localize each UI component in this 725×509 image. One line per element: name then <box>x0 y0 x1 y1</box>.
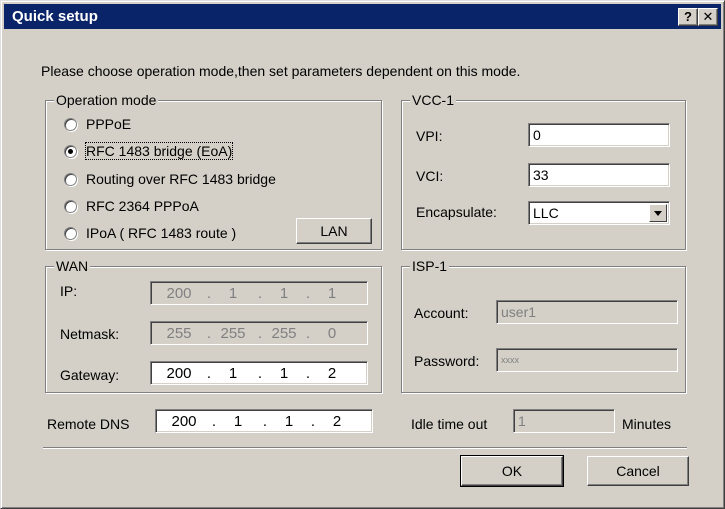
ip-address-field[interactable]: 200 . 1 . 1 . 1 <box>150 281 368 305</box>
radio-button[interactable] <box>64 118 77 131</box>
remote-dns-field[interactable]: 200 . 1 . 1 . 2 <box>155 409 373 433</box>
ip-octet: 200 <box>166 285 192 302</box>
isp-title: ISP-1 <box>410 258 450 274</box>
radio-button[interactable] <box>64 227 77 240</box>
minutes-label: Minutes <box>622 416 672 432</box>
gateway-octet: 2 <box>327 365 337 382</box>
radio-label-pppoe: PPPoE <box>86 116 132 132</box>
vcc-title: VCC-1 <box>410 92 457 108</box>
netmask-octet: 255 <box>166 325 192 342</box>
encapsulate-value: LLC <box>533 205 559 221</box>
vci-label: VCI: <box>416 168 444 184</box>
close-button[interactable]: ✕ <box>698 8 718 26</box>
netmask-label: Netmask: <box>60 326 120 342</box>
vci-input[interactable]: 33 <box>528 163 670 187</box>
netmask-octet: 255 <box>220 325 246 342</box>
radio-button[interactable] <box>64 200 77 213</box>
dns-octet: 200 <box>171 413 197 430</box>
operation-mode-group: Operation mode PPPoE RFC 1483 bridge (Eo… <box>45 92 382 250</box>
ip-octet: 1 <box>327 285 337 302</box>
ip-octet: 1 <box>279 285 289 302</box>
lan-button[interactable]: LAN <box>296 218 372 244</box>
radio-label-rfc2364-pppoa: RFC 2364 PPPoA <box>86 198 199 214</box>
radio-button-selected[interactable] <box>64 145 77 158</box>
dns-octet: 2 <box>332 413 342 430</box>
account-input[interactable]: user1 <box>496 300 678 324</box>
radio-selected-dot <box>68 149 73 154</box>
gateway-octet: 1 <box>279 365 289 382</box>
operation-mode-title: Operation mode <box>54 92 159 108</box>
gateway-octet: 200 <box>166 365 192 382</box>
cancel-button[interactable]: Cancel <box>587 456 689 486</box>
idle-timeout-label: Idle time out <box>411 416 488 432</box>
ip-label: IP: <box>60 283 78 299</box>
vpi-label: VPI: <box>416 128 443 144</box>
netmask-field[interactable]: 255 . 255 . 255 . 0 <box>150 321 368 345</box>
remote-dns-label: Remote DNS <box>47 416 130 432</box>
instruction-text: Please choose operation mode,then set pa… <box>41 63 521 79</box>
netmask-octet: 0 <box>327 325 337 342</box>
separator <box>43 447 687 449</box>
radio-label-rfc1483-bridge: RFC 1483 bridge (EoA) <box>84 142 234 160</box>
quick-setup-dialog: Quick setup ? ✕ Please choose operation … <box>0 0 725 509</box>
gateway-field[interactable]: 200 . 1 . 1 . 2 <box>150 361 368 385</box>
radio-label-routing-over-rfc1483: Routing over RFC 1483 bridge <box>86 171 276 187</box>
encapsulate-select[interactable]: LLC <box>528 201 670 225</box>
gateway-label: Gateway: <box>60 367 120 383</box>
radio-label-ipoa: IPoA ( RFC 1483 route ) <box>86 225 237 241</box>
dropdown-arrow-icon[interactable] <box>649 204 667 222</box>
password-input[interactable]: xxxx <box>496 348 678 372</box>
account-label: Account: <box>414 305 469 321</box>
window-title: Quick setup <box>12 8 98 25</box>
title-bar[interactable]: Quick setup ? ✕ <box>4 4 721 29</box>
vcc-group: VCC-1 VPI: 0 VCI: 33 Encapsulate: LLC <box>401 92 686 250</box>
radio-button[interactable] <box>64 173 77 186</box>
encapsulate-label: Encapsulate: <box>416 204 497 220</box>
idle-timeout-input[interactable]: 1 <box>513 409 615 433</box>
wan-group: WAN IP: 200 . 1 . 1 . 1 Netmask: 255 . 2… <box>45 258 382 393</box>
isp-group: ISP-1 Account: user1 Password: xxxx <box>401 258 686 393</box>
wan-title: WAN <box>54 258 91 274</box>
vpi-input[interactable]: 0 <box>528 123 670 147</box>
netmask-octet: 255 <box>271 325 297 342</box>
dns-octet: 1 <box>284 413 294 430</box>
ip-octet: 1 <box>228 285 238 302</box>
ok-button[interactable]: OK <box>460 455 564 487</box>
dns-octet: 1 <box>233 413 243 430</box>
password-label: Password: <box>414 353 480 369</box>
help-button[interactable]: ? <box>678 8 698 26</box>
gateway-octet: 1 <box>228 365 238 382</box>
